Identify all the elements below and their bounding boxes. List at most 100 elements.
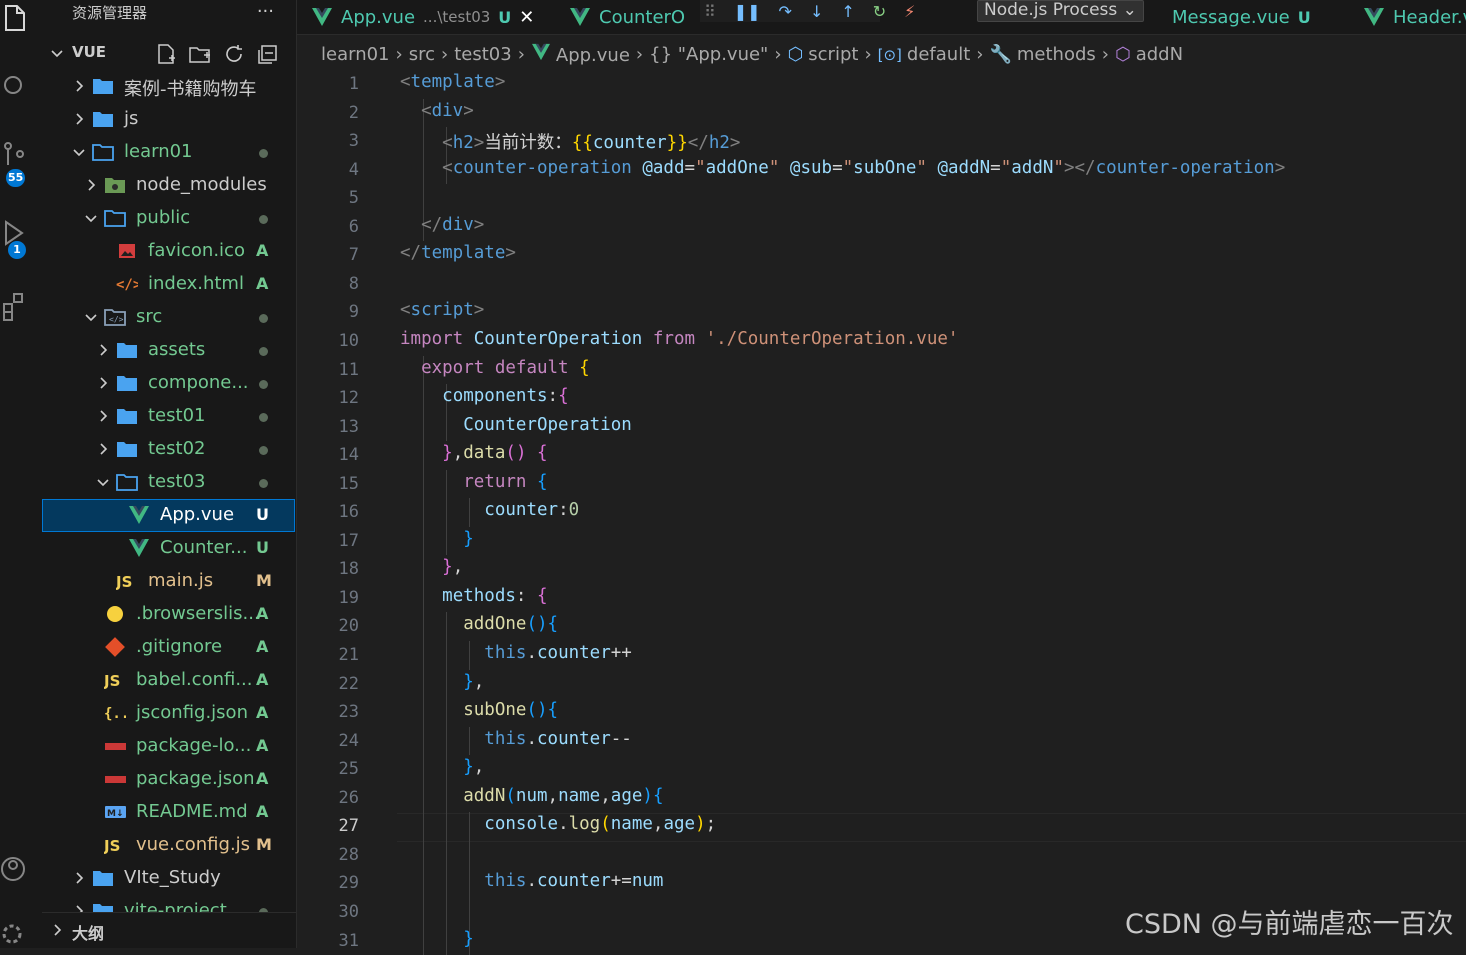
- tree-item-label: public: [136, 207, 190, 228]
- modified-dot: [259, 413, 268, 422]
- tree-folder[interactable]: compone...: [42, 367, 295, 400]
- explorer-icon[interactable]: [0, 4, 30, 34]
- workspace-header[interactable]: VUE: [42, 38, 297, 70]
- new-folder-icon[interactable]: [188, 42, 212, 66]
- chevron-right-icon: [84, 178, 98, 192]
- tree-item-label: test03: [148, 471, 205, 492]
- tree-file[interactable]: </>index.htmlA: [42, 268, 295, 301]
- step-into-icon[interactable]: ↓: [810, 2, 823, 21]
- breadcrumb-item[interactable]: ⬡script: [788, 44, 859, 65]
- tree-folder[interactable]: test03: [42, 466, 295, 499]
- drag-handle-icon[interactable]: ⠿: [704, 2, 716, 21]
- tree-file[interactable]: .browserslis...A: [42, 598, 295, 631]
- svg-text:</>: </>: [109, 315, 124, 324]
- md-icon: M↓: [104, 802, 126, 822]
- workspace-actions: [154, 42, 280, 66]
- tree-file[interactable]: package.jsonA: [42, 763, 295, 796]
- extensions-icon[interactable]: [0, 292, 30, 322]
- tab-counter-operation[interactable]: CounterO: [569, 0, 685, 34]
- wrench-icon: 🔧: [989, 44, 1011, 65]
- tree-folder[interactable]: test01: [42, 400, 295, 433]
- chevron-right-icon: ›: [1102, 44, 1109, 65]
- vue-icon: [531, 43, 551, 66]
- search-icon[interactable]: [0, 72, 30, 102]
- tree-folder[interactable]: learn01: [42, 136, 295, 169]
- tree-item-label: favicon.ico: [148, 240, 245, 261]
- tree-file[interactable]: {..}jsconfig.jsonA: [42, 697, 295, 730]
- tree-folder[interactable]: 案例-书籍购物车: [42, 70, 295, 103]
- breadcrumb-item[interactable]: test03: [454, 44, 511, 65]
- tree-file[interactable]: JSvue.config.jsM: [42, 829, 295, 862]
- tree-file[interactable]: favicon.ico A: [42, 235, 295, 268]
- breadcrumb-item[interactable]: learn01: [321, 44, 390, 65]
- line-number: 1: [297, 74, 359, 94]
- breadcrumb-label: default: [907, 44, 970, 65]
- modified-dot: [259, 149, 268, 158]
- tree-file[interactable]: .gitignoreA: [42, 631, 295, 664]
- line-number: 24: [297, 731, 359, 751]
- code-line: addN(num,name,age){: [400, 786, 663, 806]
- modified-dot: [259, 446, 268, 455]
- tab-message-vue[interactable]: Message.vue U: [1172, 0, 1311, 34]
- breadcrumb-label: src: [409, 44, 435, 65]
- source-control-icon[interactable]: [0, 140, 30, 170]
- breadcrumb-item[interactable]: 🔧 methods: [989, 44, 1095, 65]
- tab-header-vue[interactable]: Header.v: [1363, 0, 1466, 34]
- breadcrumb-item[interactable]: ⬡addN: [1115, 44, 1183, 65]
- tree-folder[interactable]: test02: [42, 433, 295, 466]
- tree-file[interactable]: Counter...U: [42, 532, 295, 565]
- step-out-icon[interactable]: ↑: [841, 2, 854, 21]
- pause-icon[interactable]: ❚❚: [734, 2, 761, 21]
- git-status: A: [256, 241, 268, 260]
- tree-folder[interactable]: VIte_Study: [42, 862, 295, 895]
- line-number: 7: [297, 245, 359, 265]
- breadcrumb-item[interactable]: src: [409, 44, 435, 65]
- new-file-icon[interactable]: [154, 42, 178, 66]
- svg-text:JS: JS: [104, 837, 120, 855]
- explorer-title: 资源管理器: [72, 0, 147, 26]
- tab-app-vue[interactable]: App.vue ...\test03 U ✕: [311, 0, 534, 34]
- tree-folder[interactable]: node_modules: [42, 169, 295, 202]
- tree-file[interactable]: package-lo...A: [42, 730, 295, 763]
- disconnect-icon[interactable]: ⚡: [904, 2, 915, 21]
- tree-folder[interactable]: </>src: [42, 301, 295, 334]
- settings-gear-icon[interactable]: [0, 918, 30, 948]
- breadcrumb-item[interactable]: [⊙]default: [878, 44, 971, 65]
- close-icon[interactable]: ✕: [519, 7, 534, 28]
- tree-file[interactable]: M↓README.mdA: [42, 796, 295, 829]
- breadcrumb-label: methods: [1017, 44, 1096, 65]
- code-line: console.log(name,age);: [400, 814, 716, 834]
- breadcrumb-item[interactable]: App.vue: [531, 43, 630, 66]
- tree-file[interactable]: App.vueU: [42, 499, 295, 532]
- line-number: 20: [297, 616, 359, 636]
- collapse-all-icon[interactable]: [256, 42, 280, 66]
- tree-folder[interactable]: js: [42, 103, 295, 136]
- vue-icon: [1363, 6, 1385, 28]
- line-number: 19: [297, 588, 359, 608]
- folder-icon: [92, 868, 114, 888]
- tree-item-label: VIte_Study: [124, 867, 221, 888]
- folder-icon: [92, 109, 114, 129]
- outline-section[interactable]: 大纲: [42, 912, 297, 948]
- vue-icon: [128, 505, 150, 525]
- step-over-icon[interactable]: ↷: [779, 2, 792, 21]
- vue-icon: [311, 6, 333, 28]
- restart-icon[interactable]: ↻: [873, 2, 886, 21]
- git-status: A: [256, 670, 268, 689]
- tree-folder[interactable]: public: [42, 202, 295, 235]
- chevron-right-icon: [72, 871, 86, 885]
- chevron-down-icon: [84, 211, 98, 225]
- git-status: A: [256, 802, 268, 821]
- process-selector[interactable]: Node.js Process ⌄: [977, 0, 1144, 22]
- breadcrumb-item[interactable]: {} "App.vue": [649, 44, 768, 65]
- code-line: export default {: [400, 358, 590, 378]
- account-icon[interactable]: [0, 854, 30, 884]
- refresh-icon[interactable]: [222, 42, 246, 66]
- tree-folder[interactable]: assets: [42, 334, 295, 367]
- modified-dot: [259, 347, 268, 356]
- tree-file[interactable]: JSbabel.confi...A: [42, 664, 295, 697]
- more-actions-icon[interactable]: ···: [257, 0, 274, 24]
- html-icon: </>: [116, 274, 138, 294]
- tree-file[interactable]: JSmain.jsM: [42, 565, 295, 598]
- modified-dot: [259, 314, 268, 323]
